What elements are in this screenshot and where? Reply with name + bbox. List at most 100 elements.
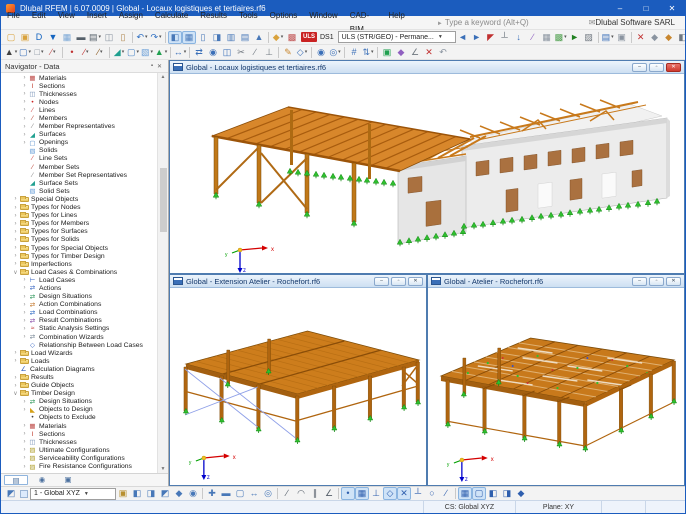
tree-item-calculation-diagrams[interactable]: ∠Calculation Diagrams (1, 365, 157, 373)
snap-ortho-icon[interactable]: ⊥ (369, 487, 383, 500)
model-canvas-main[interactable]: x z y (170, 74, 684, 273)
insert-block-icon[interactable]: ▣ (380, 46, 394, 59)
viewport-close-button[interactable]: ✕ (666, 63, 681, 72)
expand-arrow-icon[interactable]: › (21, 318, 28, 324)
tree-item-sections[interactable]: ›ISections (1, 82, 157, 90)
generate-mesh-icon[interactable]: ▩▾ (554, 31, 568, 44)
tree-item-load-cases-combinations[interactable]: ∨Load Cases & Combinations (1, 268, 157, 276)
generate-model-icon[interactable]: ◆▾ (271, 31, 285, 44)
tree-item-actions[interactable]: ›⇄Actions (1, 284, 157, 292)
expand-arrow-icon[interactable]: › (21, 294, 28, 300)
calculate-all-icon[interactable]: ► (568, 31, 582, 44)
expand-arrow-icon[interactable]: › (21, 431, 28, 437)
expand-arrow-icon[interactable]: › (12, 383, 19, 389)
expand-arrow-icon[interactable]: › (12, 221, 19, 227)
undo-last-step-icon[interactable]: ↶ (436, 46, 450, 59)
tab-data[interactable]: ▤ (4, 475, 28, 485)
tree-item-action-combinations[interactable]: ›⇄Action Combinations (1, 301, 157, 309)
snap-intersection-icon[interactable]: ✕ (397, 487, 411, 500)
minimize-button[interactable]: – (607, 1, 633, 16)
tree-item-serviceability-configurations[interactable]: ›▨Serviceability Configurations (1, 454, 157, 462)
tree-item-load-cases[interactable]: ›⊢Load Cases (1, 276, 157, 284)
tree-item-special-objects[interactable]: ›Special Objects (1, 195, 157, 203)
expand-arrow-icon[interactable]: › (12, 253, 19, 259)
tree-item-load-combinations[interactable]: ›⇄Load Combinations (1, 309, 157, 317)
expand-arrow-icon[interactable]: › (21, 75, 28, 81)
open-model-icon[interactable]: ▣ (18, 31, 32, 44)
guidelines-icon[interactable]: ∕▾ (46, 46, 60, 59)
expand-arrow-icon[interactable]: › (21, 455, 28, 461)
plane-yz-icon[interactable]: ◨ (500, 487, 514, 500)
save-view-icon[interactable]: ▣ (116, 487, 130, 500)
tree-item-solids[interactable]: ▧Solids (1, 147, 157, 155)
tree-item-surfaces[interactable]: ›◢Surfaces (1, 131, 157, 139)
expand-arrow-icon[interactable]: › (12, 261, 19, 267)
expand-arrow-icon[interactable]: › (12, 229, 19, 235)
numbering-icon[interactable]: # (347, 46, 361, 59)
edit-select-icon[interactable]: ▲▾ (4, 46, 18, 59)
new-member-icon[interactable]: ∕▾ (93, 46, 107, 59)
expand-arrow-icon[interactable]: › (21, 302, 28, 308)
expand-arrow-icon[interactable]: › (21, 310, 28, 316)
design-situation-combo[interactable]: ULS (STR/GEO) - Permane... ▼ (338, 31, 456, 43)
snap-perpendicular-icon[interactable]: ┴ (411, 487, 425, 500)
navigator-panel-icon[interactable]: ◧ (168, 31, 182, 44)
tree-item-sections[interactable]: ›ISections (1, 430, 157, 438)
zoom-all-icon[interactable]: ◎ (261, 487, 275, 500)
scroll-down-icon[interactable]: ▼ (161, 466, 166, 472)
tree-item-types-for-timber-design[interactable]: ›Types for Timber Design (1, 252, 157, 260)
keyword-search[interactable]: ► Type a keyword (Alt+Q) (437, 18, 529, 27)
copy-icon[interactable]: ◫ (102, 31, 116, 44)
rendered-display-icon[interactable]: ◆ (662, 31, 676, 44)
new-model-icon[interactable]: ▢ (4, 31, 18, 44)
panel-toggle-icon[interactable]: ▯ (196, 31, 210, 44)
new-node-icon[interactable]: • (65, 46, 79, 59)
model-canvas-right[interactable]: x z y (428, 288, 684, 485)
model-canvas-left[interactable]: x z y (170, 288, 426, 485)
tree-item-types-for-nodes[interactable]: ›Types for Nodes (1, 204, 157, 212)
expand-arrow-icon[interactable]: › (21, 99, 28, 105)
parametrize-icon[interactable]: ◆ (394, 46, 408, 59)
coordinate-system-combo[interactable]: 1 - Global XYZ ▼ (30, 488, 116, 500)
tree-item-design-situations[interactable]: ›⇄Design Situations (1, 293, 157, 301)
tree-item-nodes[interactable]: ›•Nodes (1, 98, 157, 106)
edit-mode-icon[interactable]: ✎ (281, 46, 295, 59)
viewport-minimize-button[interactable]: – (374, 277, 389, 286)
delete-results-icon[interactable]: ✕ (634, 31, 648, 44)
tree-item-design-situations[interactable]: ›⇄Design Situations (1, 398, 157, 406)
select-special-icon[interactable]: ▢▾ (18, 46, 32, 59)
divide-icon[interactable]: ∕ (248, 46, 262, 59)
tree-item-member-representatives[interactable]: ›∕Member Representatives (1, 123, 157, 131)
tree-item-thicknesses[interactable]: ›◫Thicknesses (1, 438, 157, 446)
expand-arrow-icon[interactable]: › (12, 350, 19, 356)
expand-arrow-icon[interactable]: › (12, 205, 19, 211)
measure-icon[interactable]: ∠ (408, 46, 422, 59)
view-side-icon[interactable]: ◨ (144, 487, 158, 500)
tree-item-lines[interactable]: ›∕Lines (1, 106, 157, 114)
expand-arrow-icon[interactable]: › (21, 423, 28, 429)
snap-extension-icon[interactable]: ∕ (439, 487, 453, 500)
tree-item-types-for-solids[interactable]: ›Types for Solids (1, 236, 157, 244)
new-solid-icon[interactable]: ▧▾ (140, 46, 154, 59)
tree-item-load-wizards[interactable]: ›Load Wizards (1, 349, 157, 357)
viewport-close-button[interactable]: ✕ (408, 277, 423, 286)
show-supports-icon[interactable]: ┴ (498, 31, 512, 44)
window-layout-icon[interactable]: ▥ (224, 31, 238, 44)
expand-arrow-icon[interactable]: › (21, 116, 28, 122)
renumber-icon[interactable]: ⇅▾ (361, 46, 375, 59)
show-load-values-icon[interactable]: ↓ (512, 31, 526, 44)
tree-item-materials[interactable]: ›▦Materials (1, 422, 157, 430)
expand-arrow-icon[interactable]: › (21, 439, 28, 445)
expand-arrow-icon[interactable]: › (12, 213, 19, 219)
visual-style-icon[interactable]: ◩ (4, 487, 18, 500)
expand-arrow-icon[interactable]: › (21, 83, 28, 89)
mirror-icon[interactable]: ◫ (220, 46, 234, 59)
navigator-scrollbar[interactable]: ▲ ▼ (157, 73, 168, 473)
expand-arrow-icon[interactable]: › (21, 132, 28, 138)
tables-panel-icon[interactable]: ▦ (182, 31, 196, 44)
collapse-arrow-icon[interactable]: ∨ (12, 269, 19, 276)
tree-item-objects-to-design[interactable]: ›◣Objects to Design (1, 406, 157, 414)
maximize-button[interactable]: □ (633, 1, 659, 16)
expand-arrow-icon[interactable]: › (21, 124, 28, 130)
viewport-restore-button[interactable]: ▫ (649, 277, 664, 286)
